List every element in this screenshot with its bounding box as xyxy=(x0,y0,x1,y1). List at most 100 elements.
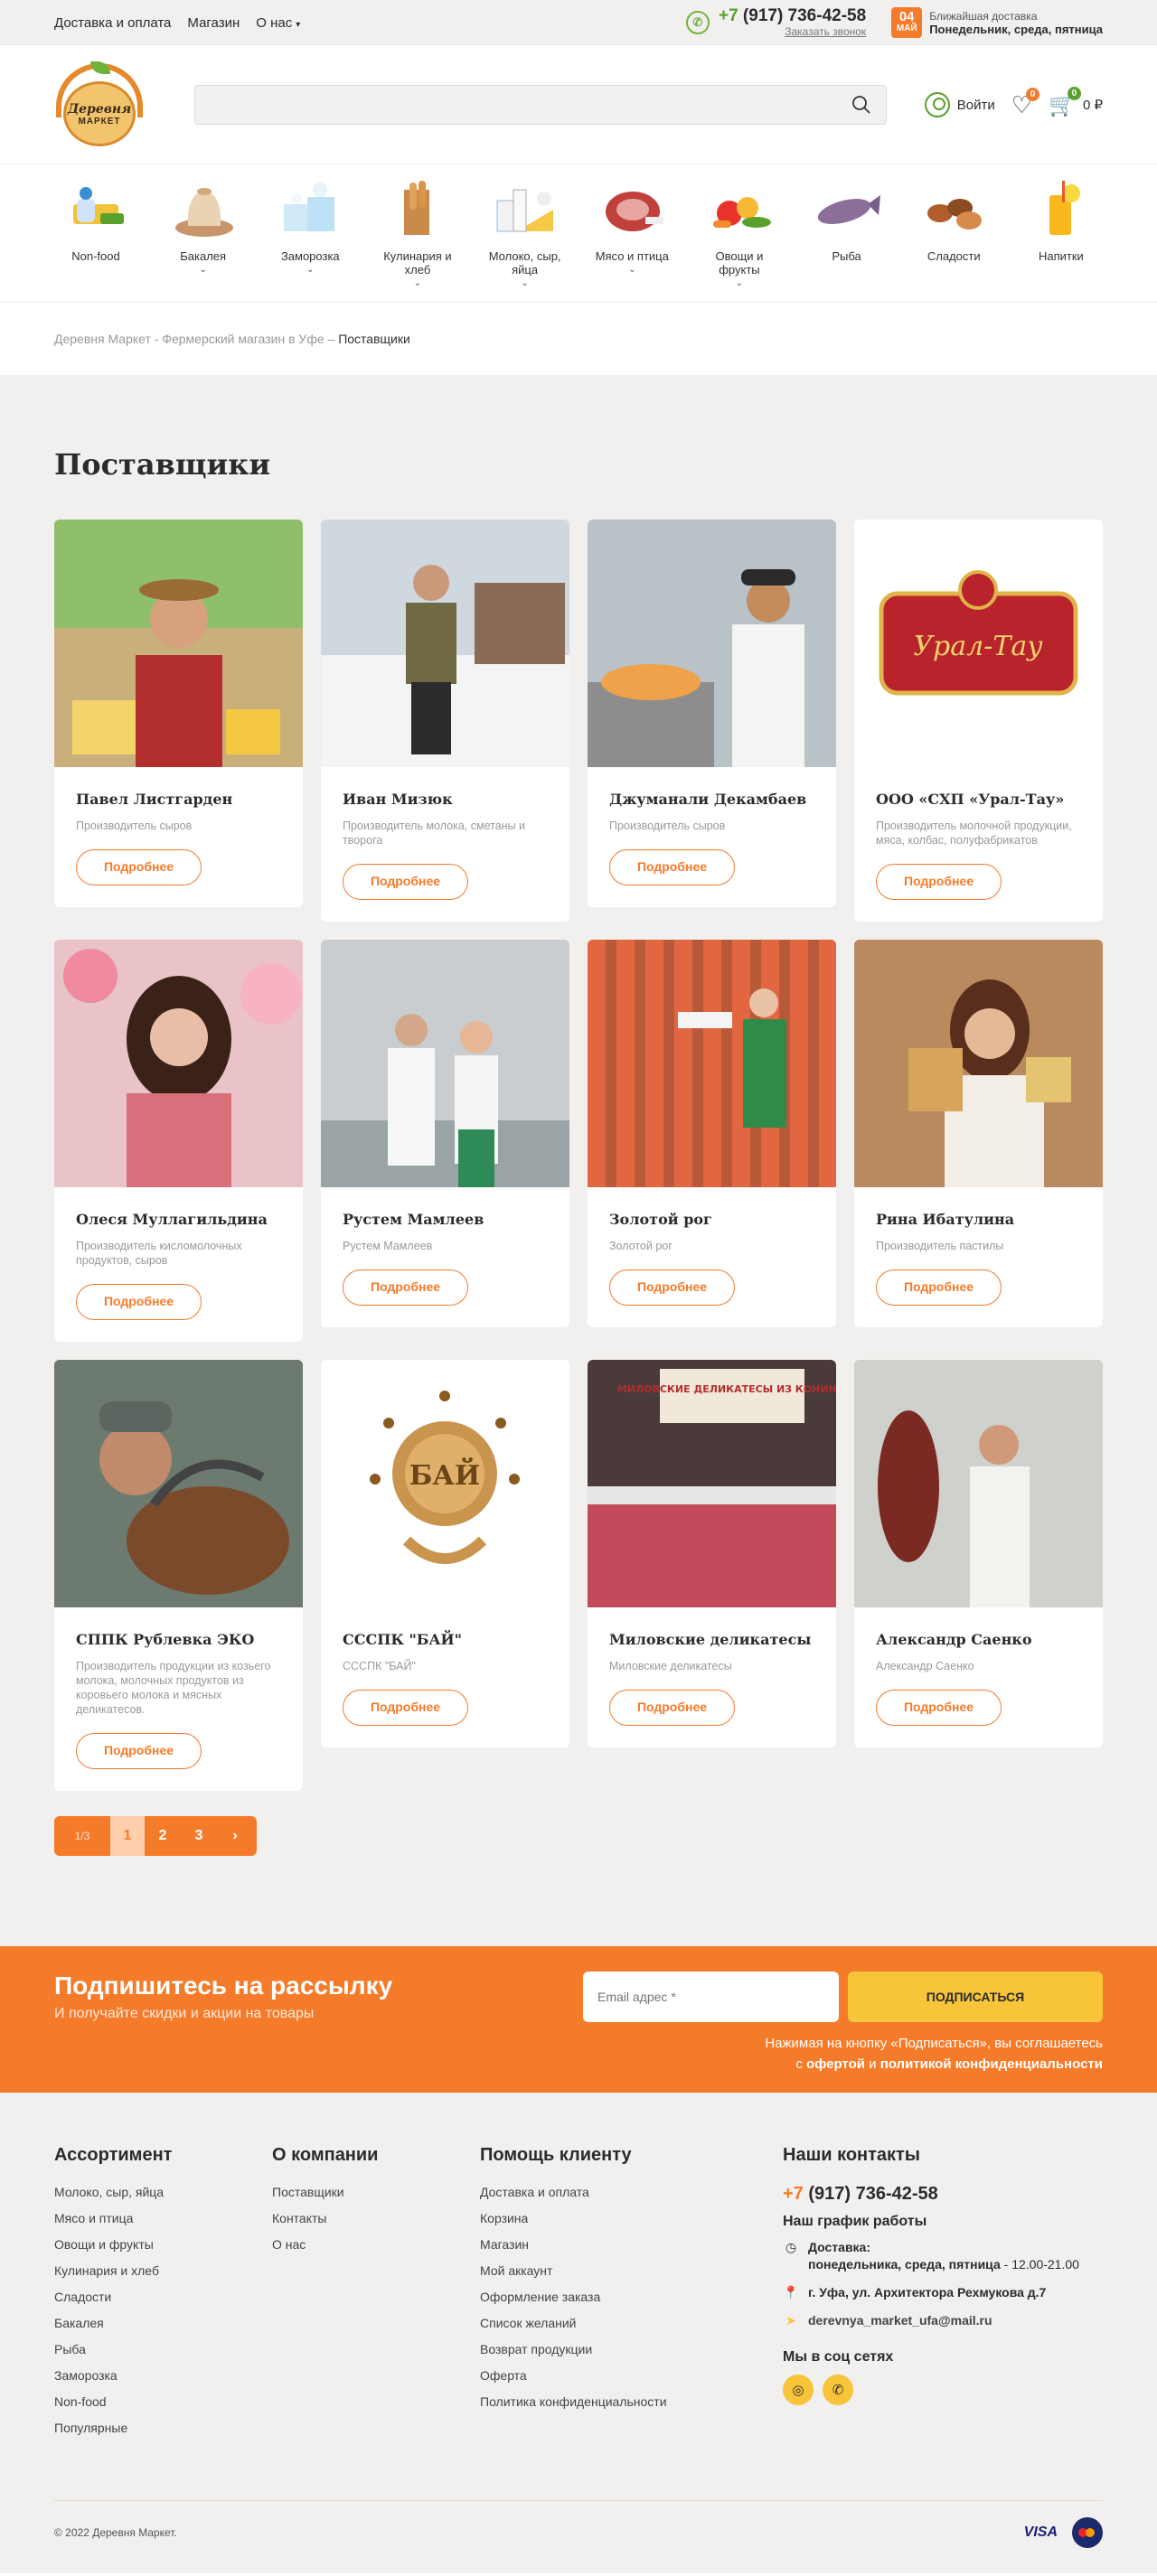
supplier-photo[interactable] xyxy=(321,520,569,767)
offer-link[interactable]: офертой xyxy=(806,2056,865,2072)
footer-help-link[interactable]: Список желаний xyxy=(480,2315,783,2331)
supplier-description: Миловские деликатесы xyxy=(609,1660,732,1672)
category-item[interactable]: Молоко, сыр, яйца ⌄ xyxy=(484,177,567,288)
supplier-name[interactable]: Иван Мизюк xyxy=(343,791,548,808)
footer-assortment-link[interactable]: Молоко, сыр, яйца xyxy=(54,2184,272,2200)
footer-assortment-link[interactable]: Мясо и птица xyxy=(54,2210,272,2226)
footer-phone[interactable]: +7 (917) 736-42-58 xyxy=(783,2184,1103,2205)
footer-company-link[interactable]: Поставщики xyxy=(272,2184,480,2200)
supplier-name[interactable]: Рина Ибатулина xyxy=(876,1211,1081,1228)
category-item[interactable]: Напитки xyxy=(1020,177,1103,288)
footer-company-link[interactable]: О нас xyxy=(272,2236,480,2253)
supplier-name[interactable]: Миловские деликатесы xyxy=(609,1631,814,1648)
supplier-more-button[interactable]: Подробнее xyxy=(609,1269,735,1306)
footer-assortment-link[interactable]: Заморозка xyxy=(54,2367,272,2384)
footer-social-title: Мы в соц сетях xyxy=(783,2349,894,2365)
instagram-icon[interactable]: ◎ xyxy=(783,2375,814,2405)
pagination-page-1[interactable]: 1 xyxy=(110,1816,145,1856)
category-label: Сладости xyxy=(927,249,981,263)
supplier-photo[interactable] xyxy=(54,520,303,767)
search-input[interactable] xyxy=(195,86,851,124)
top-link-shop[interactable]: Магазин xyxy=(187,15,240,31)
supplier-photo[interactable]: МИЛОВСКИЕ ДЕЛИКАТЕСЫ ИЗ КОНИНЫ xyxy=(588,1360,836,1607)
supplier-photo[interactable] xyxy=(54,940,303,1187)
pagination-page-2[interactable]: 2 xyxy=(145,1816,181,1856)
footer-help-link[interactable]: Возврат продукции xyxy=(480,2341,783,2357)
category-item[interactable]: Мясо и птица ⌄ xyxy=(590,177,673,288)
supplier-name[interactable]: Александр Саенко xyxy=(876,1631,1081,1648)
footer-assortment-link[interactable]: Рыба xyxy=(54,2341,272,2357)
supplier-photo[interactable] xyxy=(54,1360,303,1607)
supplier-more-button[interactable]: Подробнее xyxy=(609,849,735,885)
category-item[interactable]: Кулинария и хлеб ⌄ xyxy=(376,177,459,288)
footer-assortment-link[interactable]: Сладости xyxy=(54,2289,272,2305)
footer-help-link[interactable]: Мой аккаунт xyxy=(480,2262,783,2279)
footer-help-link[interactable]: Корзина xyxy=(480,2210,783,2226)
footer-assortment-link[interactable]: Кулинария и хлеб xyxy=(54,2262,272,2279)
category-item[interactable]: Заморозка ⌄ xyxy=(268,177,352,288)
footer-help-link[interactable]: Политика конфиденциальности xyxy=(480,2393,783,2410)
footer-assortment-link[interactable]: Овощи и фрукты xyxy=(54,2236,272,2253)
supplier-more-button[interactable]: Подробнее xyxy=(76,849,202,885)
supplier-name[interactable]: Золотой рог xyxy=(609,1211,814,1228)
supplier-name[interactable]: Павел Листгарден xyxy=(76,791,281,808)
supplier-photo[interactable]: БАЙ xyxy=(321,1360,569,1607)
supplier-more-button[interactable]: Подробнее xyxy=(343,864,468,900)
footer-email[interactable]: derevnya_market_ufa@mail.ru xyxy=(808,2312,992,2328)
supplier-more-button[interactable]: Подробнее xyxy=(609,1690,735,1726)
footer-assortment: Ассортимент Молоко, сыр, яйца Мясо и птиц… xyxy=(54,2145,272,2446)
category-item[interactable]: Сладости xyxy=(912,177,995,288)
supplier-name[interactable]: Олеся Муллагильдина xyxy=(76,1211,281,1228)
supplier-name[interactable]: СССПК "БАЙ" xyxy=(343,1631,548,1648)
supplier-more-button[interactable]: Подробнее xyxy=(343,1690,468,1726)
category-item[interactable]: Овощи и фрукты ⌄ xyxy=(698,177,781,288)
supplier-more-button[interactable]: Подробнее xyxy=(76,1733,202,1769)
supplier-name[interactable]: СППК Рублевка ЭКО xyxy=(76,1631,281,1648)
footer-delivery-row: ◷ Доставка: понедельника, среда, пятница … xyxy=(783,2239,1103,2273)
supplier-more-button[interactable]: Подробнее xyxy=(876,864,1002,900)
phone-prefix: +7 xyxy=(718,6,738,25)
chevron-down-icon: ⌄ xyxy=(413,278,422,288)
supplier-more-button[interactable]: Подробнее xyxy=(876,1690,1002,1726)
login-button[interactable]: Войти xyxy=(924,92,995,117)
footer-help-link[interactable]: Доставка и оплата xyxy=(480,2184,783,2200)
newsletter-email-input[interactable] xyxy=(583,1972,839,2022)
category-item[interactable]: Бакалея ⌄ xyxy=(162,177,245,288)
site-logo[interactable]: Деревня МАРКЕТ xyxy=(54,61,145,148)
supplier-name[interactable]: Джуманали Декамбаев xyxy=(609,791,814,808)
privacy-policy-link[interactable]: политикой конфиденциальности xyxy=(880,2056,1103,2072)
wishlist-button[interactable]: ♡ 0 xyxy=(1011,88,1040,117)
footer-assortment-link[interactable]: Популярные xyxy=(54,2420,272,2436)
category-item[interactable]: Рыба xyxy=(805,177,889,288)
newsletter-subscribe-button[interactable]: ПОДПИСАТЬСЯ xyxy=(848,1972,1103,2022)
footer-assortment-link[interactable]: Non-food xyxy=(54,2393,272,2410)
footer-help-link[interactable]: Магазин xyxy=(480,2236,783,2253)
footer-help-link[interactable]: Оформление заказа xyxy=(480,2289,783,2305)
supplier-photo[interactable] xyxy=(588,940,836,1187)
supplier-name[interactable]: ООО «СХП «Урал-Тау» xyxy=(876,791,1081,808)
search-icon[interactable] xyxy=(851,95,871,115)
supplier-photo[interactable] xyxy=(854,940,1103,1187)
pagination-next-icon[interactable]: › xyxy=(217,1816,253,1856)
supplier-name[interactable]: Рустем Мамлеев xyxy=(343,1211,548,1228)
supplier-photo[interactable] xyxy=(854,1360,1103,1607)
supplier-more-button[interactable]: Подробнее xyxy=(343,1269,468,1306)
cart-button[interactable]: 🛒 0 0 ₽ xyxy=(1049,86,1103,118)
whatsapp-icon[interactable]: ✆ xyxy=(823,2375,853,2405)
callback-link[interactable]: Заказать звонок xyxy=(719,25,866,38)
footer-help-link[interactable]: Оферта xyxy=(480,2367,783,2384)
footer-company-link[interactable]: Контакты xyxy=(272,2210,480,2226)
footer-assortment-link[interactable]: Бакалея xyxy=(54,2315,272,2331)
supplier-card: СППК Рублевка ЭКО Производитель продукции… xyxy=(54,1360,303,1791)
supplier-photo[interactable]: Урал-Тау xyxy=(854,520,1103,767)
supplier-photo[interactable] xyxy=(588,520,836,767)
supplier-more-button[interactable]: Подробнее xyxy=(876,1269,1002,1306)
phone-number[interactable]: +7 (917) 736-42-58 xyxy=(719,7,866,25)
supplier-more-button[interactable]: Подробнее xyxy=(76,1284,202,1320)
category-item[interactable]: Non-food xyxy=(54,177,137,288)
top-link-delivery[interactable]: Доставка и оплата xyxy=(54,15,171,31)
top-link-about[interactable]: О нас ▾ xyxy=(256,15,300,31)
pagination-page-3[interactable]: 3 xyxy=(181,1816,217,1856)
supplier-photo[interactable] xyxy=(321,940,569,1187)
breadcrumb-home[interactable]: Деревня Маркет - Фермерский магазин в Уф… xyxy=(54,332,325,346)
